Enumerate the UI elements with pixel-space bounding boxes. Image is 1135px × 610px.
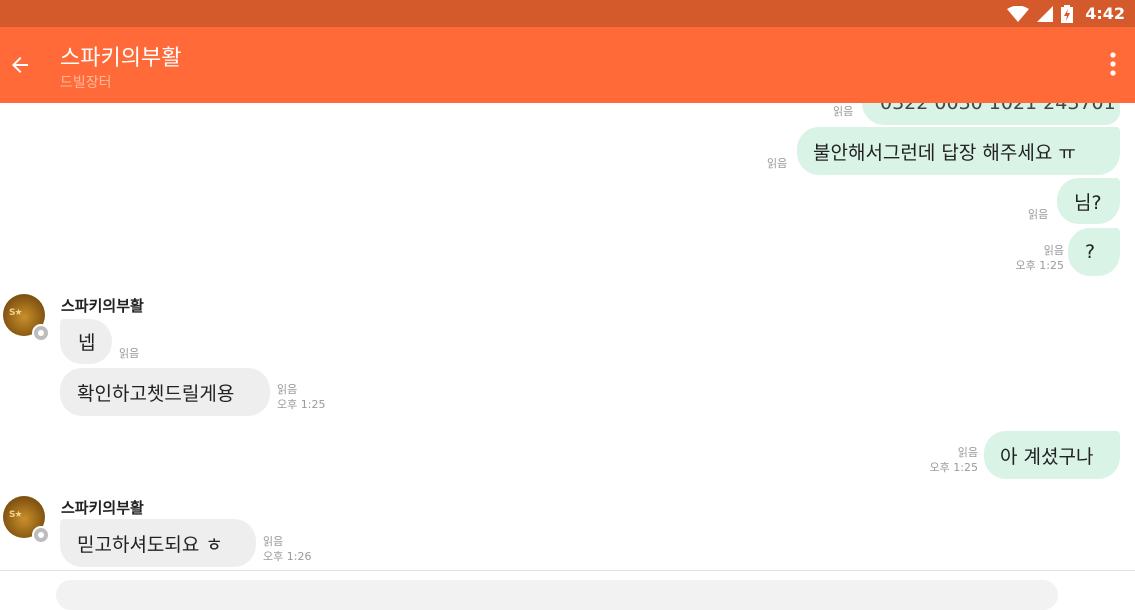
wifi-icon xyxy=(1007,5,1030,22)
message-read-status: 읽음 xyxy=(957,446,978,459)
message-bubble[interactable]: 믿고하셔도되요 ㅎ xyxy=(60,519,256,567)
avatar-logo-icon: S★ xyxy=(9,510,23,520)
status-icons: 4:42 xyxy=(1007,0,1125,27)
chat-area[interactable]: 0322 0030 1021 243701 읽음 불안해서그런데 답장 해주세요… xyxy=(0,103,1135,570)
message-read-status: 읽음 xyxy=(119,347,140,360)
message-input-bar xyxy=(0,570,1135,610)
message-read-status: 읽음 xyxy=(833,105,854,118)
message-read-status: 읽음 xyxy=(263,535,284,548)
message-text: 넵 xyxy=(78,332,96,354)
message-read-status: 읽음 xyxy=(1043,244,1064,257)
member-badge-icon xyxy=(32,324,50,342)
message-bubble[interactable]: 넵 xyxy=(60,319,112,364)
message-text: 님? xyxy=(1074,191,1102,214)
message-text: ? xyxy=(1085,241,1096,263)
chat-subtitle: 드빌장터 xyxy=(60,75,112,91)
message-time: 오후 1:26 xyxy=(263,550,312,563)
sender-name: 스파키의부활 xyxy=(61,499,144,517)
chat-title: 스파키의부활 xyxy=(60,46,182,71)
app-bar: 스파키의부활 드빌장터 xyxy=(0,27,1135,103)
message-text: 0322 0030 1021 243701 xyxy=(880,103,1116,114)
back-button[interactable] xyxy=(6,51,34,79)
member-badge-icon xyxy=(32,526,50,544)
message-text: 믿고하셔도되요 ㅎ xyxy=(77,533,223,556)
status-time: 4:42 xyxy=(1085,4,1125,23)
arrow-back-icon xyxy=(12,57,28,73)
battery-icon xyxy=(1061,4,1074,23)
avatar-logo-icon: S★ xyxy=(9,308,23,318)
message-read-status: 읽음 xyxy=(767,157,788,170)
message-time: 오후 1:25 xyxy=(1015,259,1064,272)
status-bar: 4:42 xyxy=(0,0,1135,27)
message-text: 아 계셨구나 xyxy=(1000,445,1094,468)
message-text: 불안해서그런데 답장 해주세요 ㅠ xyxy=(813,141,1076,164)
message-time: 오후 1:25 xyxy=(929,461,978,474)
message-text: 확인하고쳇드릴게용 xyxy=(77,382,235,405)
message-bubble[interactable]: 아 계셨구나 xyxy=(984,431,1120,479)
message-bubble[interactable]: ? xyxy=(1068,228,1120,276)
sender-name: 스파키의부활 xyxy=(61,297,144,315)
message-bubble[interactable]: 님? xyxy=(1057,178,1120,224)
message-read-status: 읽음 xyxy=(1028,208,1049,221)
message-input[interactable] xyxy=(56,580,1058,610)
message-bubble[interactable]: 0322 0030 1021 243701 xyxy=(862,103,1120,125)
signal-icon xyxy=(1037,5,1054,22)
more-vert-icon xyxy=(1110,52,1116,76)
message-time: 오후 1:25 xyxy=(277,398,326,411)
message-bubble[interactable]: 불안해서그런데 답장 해주세요 ㅠ xyxy=(797,127,1120,175)
message-read-status: 읽음 xyxy=(277,383,298,396)
more-options-button[interactable] xyxy=(1101,47,1125,81)
message-bubble[interactable]: 확인하고쳇드릴게용 xyxy=(60,368,270,416)
